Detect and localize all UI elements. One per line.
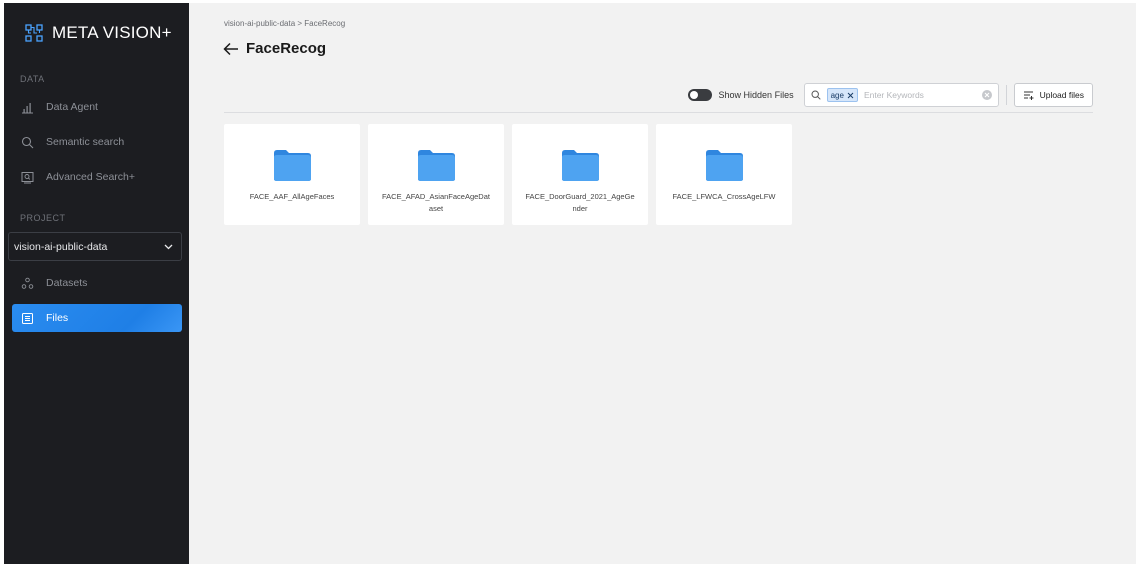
folder-card[interactable]: FACE_DoorGuard_2021_AgeGender [512, 124, 648, 225]
breadcrumb[interactable]: vision-ai-public-data > FaceRecog [224, 19, 345, 28]
folder-icon [561, 150, 599, 181]
toolbar: Show Hidden Files age Enter Keywords Upl… [687, 83, 1093, 107]
project-select[interactable]: vision-ai-public-data [8, 232, 182, 261]
upload-files-button[interactable]: Upload files [1013, 83, 1093, 107]
page-title: FaceRecog [246, 40, 327, 57]
upload-list-icon [1023, 91, 1034, 100]
folder-card[interactable]: FACE_AFAD_AsianFaceAgeDataset [368, 124, 504, 225]
sidebar-item-label: Datasets [46, 277, 88, 289]
datasets-icon [21, 277, 34, 289]
sidebar-item-files[interactable]: Files [12, 304, 182, 332]
logo-icon [25, 24, 43, 42]
show-hidden-files-toggle[interactable] [687, 89, 712, 101]
sidebar-item-datasets[interactable]: Datasets [12, 269, 182, 297]
toggle-label: Show Hidden Files [718, 90, 794, 100]
back-arrow-icon[interactable] [223, 42, 239, 56]
search-chip-label: age [830, 90, 844, 100]
sidebar-item-advanced-search[interactable]: Advanced Search+ [12, 163, 182, 191]
main-content: vision-ai-public-data > FaceRecog FaceRe… [189, 3, 1136, 564]
toolbar-divider-line [224, 112, 1093, 113]
search-chip[interactable]: age [826, 88, 858, 102]
upload-files-label: Upload files [1039, 90, 1084, 100]
clear-search-icon[interactable] [981, 90, 992, 100]
sidebar-item-label: Data Agent [46, 101, 98, 113]
sidebar-item-label: Files [46, 312, 69, 324]
search-input[interactable] [863, 90, 976, 100]
files-icon [22, 312, 33, 324]
folder-icon [417, 150, 455, 181]
app-name: META VISION+ [52, 23, 172, 42]
app-logo[interactable]: META VISION+ [25, 23, 172, 43]
folder-grid: FACE_AAF_AllAgeFaces FACE_AFAD_AsianFace… [224, 124, 792, 225]
folder-name: FACE_AAF_AllAgeFaces [249, 192, 335, 201]
folder-name: FACE_DoorGuard_2021_AgeGender [525, 192, 635, 213]
sidebar-item-label: Advanced Search+ [46, 171, 136, 183]
project-select-value: vision-ai-public-data [14, 240, 108, 253]
search-icon [21, 136, 34, 148]
sidebar-item-data-agent[interactable]: Data Agent [12, 93, 182, 121]
folder-icon [705, 150, 743, 181]
folder-name: FACE_AFAD_AsianFaceAgeDataset [382, 192, 490, 213]
chip-remove-icon[interactable] [847, 92, 854, 99]
search-box[interactable]: age [803, 83, 999, 107]
section-label-data: DATA [20, 74, 45, 84]
sidebar: META VISION+ DATA Data Agent Semantic se… [4, 3, 189, 564]
section-label-project: PROJECT [20, 213, 66, 223]
folder-name: FACE_LFWCA_CrossAgeLFW [672, 192, 776, 201]
search-icon [811, 90, 821, 100]
chevron-down-icon [164, 244, 173, 249]
folder-card[interactable]: FACE_AAF_AllAgeFaces [224, 124, 360, 225]
sidebar-item-semantic-search[interactable]: Semantic search [12, 128, 182, 156]
sidebar-item-label: Semantic search [46, 136, 125, 148]
toolbar-divider [1005, 85, 1007, 105]
image-search-icon [21, 171, 34, 183]
title-row: FaceRecog [223, 40, 326, 57]
folder-card[interactable]: FACE_LFWCA_CrossAgeLFW [656, 124, 792, 225]
bar-chart-icon [22, 102, 33, 113]
folder-icon [273, 150, 311, 181]
app-window: META VISION+ DATA Data Agent Semantic se… [4, 3, 1136, 564]
